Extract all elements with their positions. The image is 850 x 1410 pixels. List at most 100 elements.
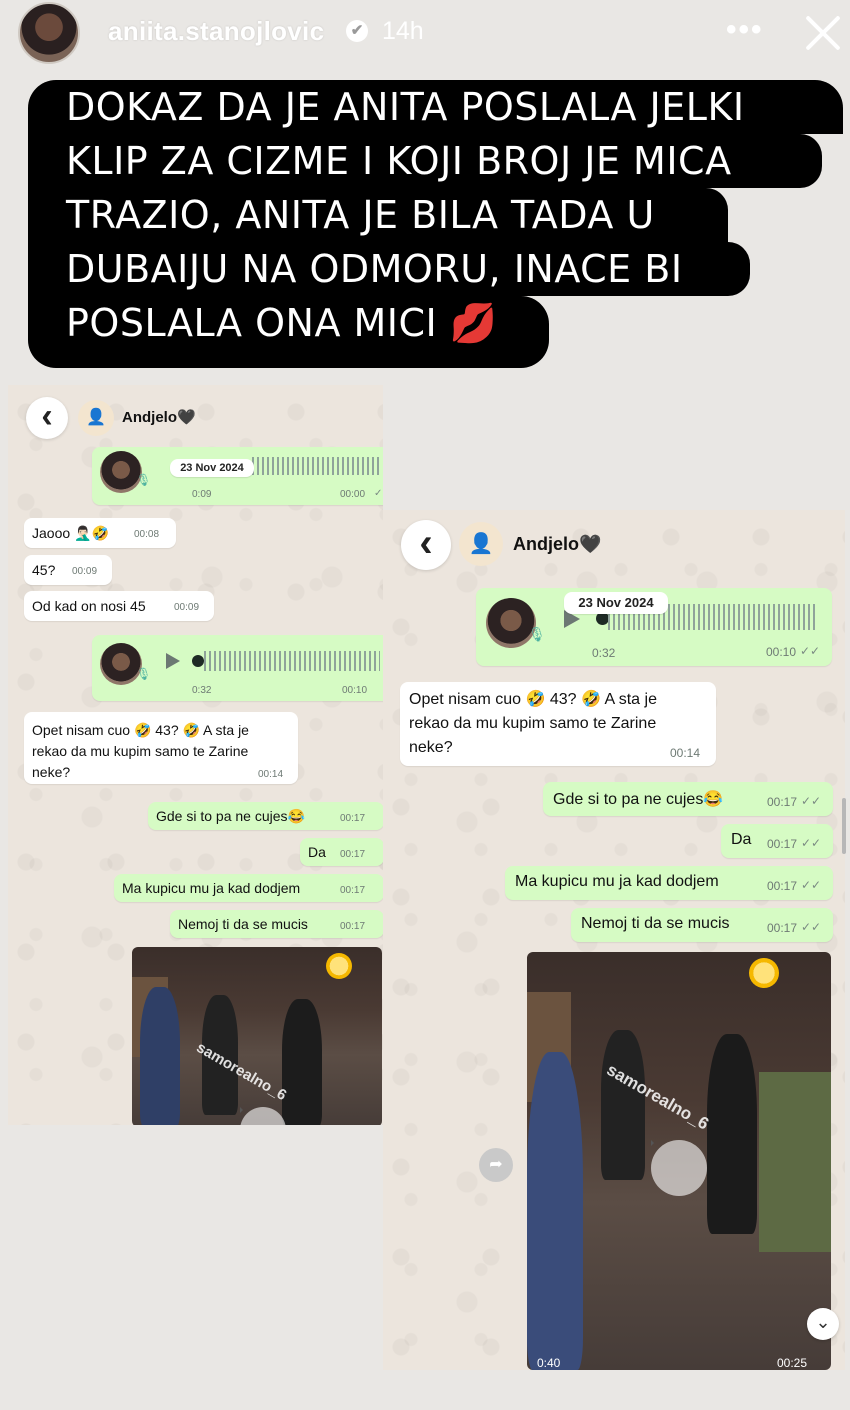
message-text: Da (308, 844, 326, 860)
outgoing-message[interactable]: Gde si to pa ne cujes😂 00:17 (148, 802, 383, 830)
message-text: Opet nisam cuo 🤣 43? 🤣 A sta je rekao da… (409, 688, 657, 760)
read-ticks-icon: ✓✓ (801, 920, 822, 934)
video-scene (527, 1052, 583, 1370)
message-text: Od kad on nosi 45 (32, 598, 146, 614)
voice-duration: 0:09 (192, 489, 212, 500)
caption-line: DUBAIJU NA ODMORU, INACE BI (28, 242, 750, 296)
message-time: 00:10 (342, 685, 368, 696)
verified-badge-icon: ✔ (346, 20, 368, 42)
story-username[interactable]: aniita.stanojlovic (108, 16, 324, 47)
message-time: 00:10 (766, 645, 797, 659)
voice-duration: 0:32 (192, 685, 212, 696)
date-pill: 23 Nov 2024 (564, 592, 668, 614)
read-ticks-icon: ✓✓ (800, 644, 821, 658)
incoming-message[interactable]: Opet nisam cuo 🤣 43? 🤣 A sta je rekao da… (400, 682, 716, 766)
more-options-icon[interactable]: ••• (726, 13, 764, 47)
voice-message[interactable]: 🎙 0:32 00:10 (92, 635, 383, 701)
outgoing-message[interactable]: Nemoj ti da se mucis 00:17 (170, 910, 383, 938)
message-time: 00:17 (767, 837, 798, 851)
video-scene (140, 987, 180, 1125)
message-time: 00:17 (767, 795, 798, 809)
message-time: 00:09 (174, 602, 200, 613)
outgoing-message[interactable]: Ma kupicu mu ja kad dodjem 00:17 (114, 874, 383, 902)
message-text: Gde si to pa ne cujes😂 (553, 791, 724, 808)
message-time: 00:08 (134, 529, 160, 540)
video-scene (282, 999, 322, 1125)
mic-icon: 🎙 (528, 626, 546, 642)
story-time: 14h (382, 17, 424, 45)
message-time: 00:14 (670, 746, 701, 760)
message-line: neke? (32, 764, 71, 780)
video-scene (707, 1034, 757, 1234)
mic-icon: 🎙 (136, 667, 152, 681)
voice-message[interactable]: 🎙 23 Nov 2024 0:32 00:10 ✓✓ (476, 588, 832, 666)
caption-line: TRAZIO, ANITA JE BILA TADA U (28, 188, 728, 242)
message-time: 00:17 (340, 849, 366, 860)
message-time: 00:09 (72, 566, 98, 577)
back-button[interactable]: ‹ (26, 397, 68, 439)
message-text: Opet nisam cuo 🤣 43? 🤣 A sta je rekao da… (32, 720, 249, 783)
outgoing-message[interactable]: Nemoj ti da se mucis 00:17 ✓✓ (571, 908, 833, 942)
message-time: 00:17 (767, 921, 798, 935)
caption-line: KLIP ZA CIZME I KOJI BROJ JE MICA (28, 134, 822, 188)
message-text: Gde si to pa ne cujes😂 (156, 808, 305, 824)
sticker-icon (749, 958, 779, 988)
message-text: 45? (32, 562, 56, 578)
back-button[interactable]: ‹ (401, 520, 451, 570)
video-message[interactable]: samorealno_6 (132, 947, 382, 1125)
message-time: 00:17 (767, 879, 798, 893)
contact-name[interactable]: Andjelo🖤 (513, 534, 601, 555)
left-chat-screenshot: ‹ 👤 Andjelo🖤 🎙 23 Nov 2024 0:09 00:00 ✓✓… (8, 385, 383, 1125)
date-pill: 23 Nov 2024 (170, 459, 254, 477)
story-avatar[interactable] (18, 2, 80, 64)
message-line: Opet nisam cuo 🤣 43? 🤣 A sta je (32, 722, 249, 738)
outgoing-message[interactable]: Gde si to pa ne cujes😂 00:17 ✓✓ (543, 782, 833, 816)
video-duration: 0:40 (537, 1356, 561, 1370)
message-line: rekao da mu kupim samo te Zarine (32, 743, 249, 759)
read-ticks-icon: ✓✓ (801, 878, 822, 892)
video-scene (759, 1072, 831, 1252)
message-text: Da (731, 831, 752, 848)
scroll-down-button[interactable]: ⌄ (807, 1308, 839, 1340)
caption-line: DOKAZ DA JE ANITA POSLALA JELKI (28, 80, 843, 134)
contact-avatar[interactable]: 👤 (459, 522, 503, 566)
message-text: Ma kupicu mu ja kad dodjem (122, 880, 301, 896)
outgoing-message[interactable]: Da 00:17 (300, 838, 383, 866)
forward-icon[interactable]: ➦ (479, 1148, 513, 1182)
mic-icon: 🎙 (136, 473, 152, 487)
message-line: rekao da mu kupim samo te Zarine (409, 715, 657, 732)
message-time: 00:17 (340, 921, 366, 932)
message-time: 00:00 (340, 489, 366, 500)
contact-name[interactable]: Andjelo🖤 (122, 408, 196, 426)
video-play-icon[interactable] (240, 1107, 286, 1125)
video-message[interactable]: samorealno_6 0:40 00:25 (527, 952, 831, 1370)
message-text: Jaooo 🤦🏻‍♂️🤣 (32, 525, 109, 541)
playback-dot[interactable] (192, 655, 204, 667)
message-time: 00:17 (340, 885, 366, 896)
waveform (204, 651, 380, 671)
read-ticks-icon: ✓✓ (374, 488, 383, 499)
incoming-message[interactable]: Jaooo 🤦🏻‍♂️🤣 00:08 (24, 518, 176, 548)
contact-avatar[interactable]: 👤 (78, 400, 114, 436)
outgoing-message[interactable]: Ma kupicu mu ja kad dodjem 00:17 ✓✓ (505, 866, 833, 900)
play-icon[interactable] (166, 653, 180, 669)
read-ticks-icon: ✓✓ (801, 794, 822, 808)
message-time: 00:14 (258, 769, 284, 780)
scrollbar[interactable] (842, 798, 846, 854)
video-play-icon[interactable] (651, 1140, 707, 1196)
incoming-message[interactable]: 45? 00:09 (24, 555, 112, 585)
message-line: neke? (409, 739, 453, 756)
waveform (252, 457, 382, 475)
incoming-message[interactable]: Od kad on nosi 45 00:09 (24, 591, 214, 621)
voice-message[interactable]: 🎙 23 Nov 2024 0:09 00:00 ✓✓ (92, 447, 383, 505)
close-icon[interactable] (800, 10, 846, 56)
video-time: 00:25 (777, 1356, 808, 1370)
incoming-message[interactable]: Opet nisam cuo 🤣 43? 🤣 A sta je rekao da… (24, 712, 298, 784)
sticker-icon (326, 953, 352, 979)
message-text: Nemoj ti da se mucis (178, 916, 308, 932)
video-scene (601, 1030, 645, 1180)
caption-line: POSLALA ONA MICI 💋 (28, 296, 549, 368)
outgoing-message[interactable]: Da 00:17 ✓✓ (721, 824, 833, 858)
message-text: Ma kupicu mu ja kad dodjem (515, 873, 719, 890)
read-ticks-icon: ✓✓ (801, 836, 822, 850)
